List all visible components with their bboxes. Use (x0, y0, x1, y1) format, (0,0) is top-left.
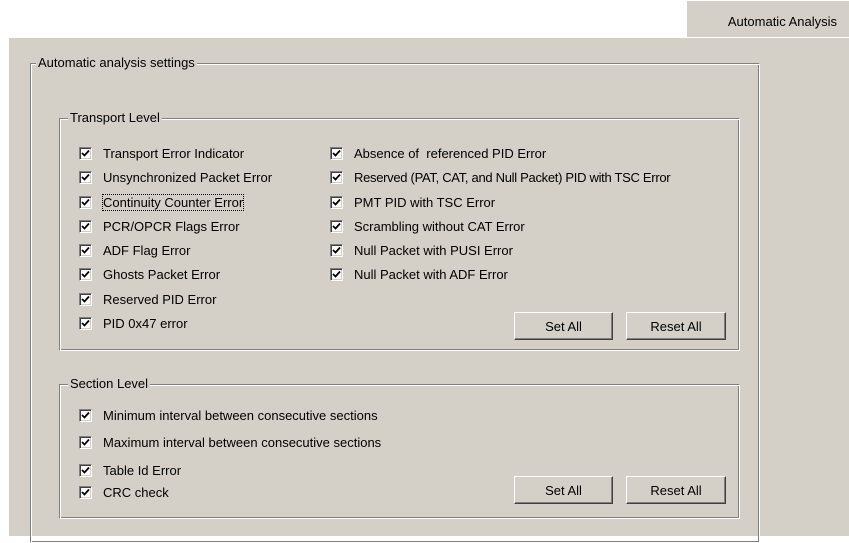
checkbox-box[interactable] (330, 170, 343, 184)
checkbox-box[interactable] (330, 195, 343, 209)
checkbox-adf-flag-error[interactable]: ADF Flag Error (79, 241, 190, 259)
transport-set-all-button[interactable]: Set All (514, 312, 613, 340)
checkbox-box[interactable] (79, 292, 92, 306)
section-level-title: Section Level (68, 376, 151, 392)
checkbox-label: PMT PID with TSC Error (354, 194, 496, 210)
checkbox-box[interactable] (330, 243, 343, 257)
checkbox-box[interactable] (79, 170, 92, 184)
checkbox-label: ADF Flag Error (103, 242, 191, 258)
transport-level-group: Transport Level Transport Error Indicato… (59, 110, 740, 351)
checkbox-maximum-interval[interactable]: Maximum interval between consecutive sec… (79, 433, 381, 451)
checkbox-label: Maximum interval between consecutive sec… (103, 434, 382, 450)
checkbox-label: CRC check (103, 484, 169, 500)
checkbox-pcr-opcr-flags-error[interactable]: PCR/OPCR Flags Error (79, 217, 240, 235)
checkbox-box[interactable] (79, 435, 92, 449)
section-level-group: Section Level Minimum interval between c… (59, 376, 740, 519)
checkbox-label: Reserved (PAT, CAT, and Null Packet) PID… (354, 169, 671, 185)
checkbox-label: Transport Error Indicator (103, 145, 245, 161)
checkbox-label: Absence of referenced PID Error (354, 145, 547, 161)
checkbox-reserved-pid-error[interactable]: Reserved PID Error (79, 290, 216, 308)
checkbox-crc-check[interactable]: CRC check (79, 483, 169, 501)
checkbox-table-id-error[interactable]: Table Id Error (79, 461, 181, 479)
checkbox-label: Reserved PID Error (103, 291, 217, 307)
checkbox-label: Unsynchronized Packet Error (103, 169, 273, 185)
tab-label: Automatic Analysis (727, 14, 837, 29)
checkbox-box[interactable] (79, 408, 92, 422)
checkbox-ghosts-packet-error[interactable]: Ghosts Packet Error (79, 265, 220, 283)
settings-group-title: Automatic analysis settings (36, 55, 197, 71)
automatic-analysis-panel: Automatic analysis settings Transport Le… (8, 37, 849, 543)
checkbox-absence-of-referenced-pid-error[interactable]: Absence of referenced PID Error (330, 144, 546, 162)
transport-reset-all-button[interactable]: Reset All (626, 312, 726, 340)
checkbox-label: PID 0x47 error (103, 315, 188, 331)
checkbox-box[interactable] (330, 219, 343, 233)
checkbox-null-packet-with-adf-error[interactable]: Null Packet with ADF Error (330, 265, 508, 283)
checkbox-label: PCR/OPCR Flags Error (103, 218, 240, 234)
checkbox-label: Minimum interval between consecutive sec… (103, 407, 378, 423)
checkbox-pid-0x47-error[interactable]: PID 0x47 error (79, 314, 188, 332)
checkbox-label: Table Id Error (103, 462, 182, 478)
checkbox-minimum-interval[interactable]: Minimum interval between consecutive sec… (79, 406, 378, 424)
checkbox-transport-error-indicator[interactable]: Transport Error Indicator (79, 144, 244, 162)
checkbox-box[interactable] (79, 219, 92, 233)
section-set-all-button[interactable]: Set All (514, 476, 613, 504)
section-reset-all-button[interactable]: Reset All (626, 476, 726, 504)
checkbox-box[interactable] (330, 146, 343, 160)
checkbox-label: Ghosts Packet Error (103, 266, 221, 282)
checkbox-box[interactable] (330, 267, 343, 281)
checkbox-box[interactable] (79, 146, 92, 160)
transport-level-title: Transport Level (68, 110, 162, 126)
checkbox-unsynchronized-packet-error[interactable]: Unsynchronized Packet Error (79, 168, 272, 186)
checkbox-pmt-pid-with-tsc-error[interactable]: PMT PID with TSC Error (330, 193, 495, 211)
checkbox-box[interactable] (79, 195, 92, 209)
checkbox-label: Null Packet with ADF Error (354, 266, 508, 282)
checkbox-scrambling-without-cat-error[interactable]: Scrambling without CAT Error (330, 217, 525, 235)
checkbox-label: Continuity Counter Error (101, 193, 245, 211)
checkbox-box[interactable] (79, 243, 92, 257)
checkbox-reserved-pid-with-tsc-error[interactable]: Reserved (PAT, CAT, and Null Packet) PID… (330, 168, 671, 186)
tab-automatic-analysis[interactable]: Automatic Analysis (686, 0, 849, 37)
checkbox-box[interactable] (79, 463, 92, 477)
checkbox-null-packet-with-pusi-error[interactable]: Null Packet with PUSI Error (330, 241, 513, 259)
checkbox-label: Null Packet with PUSI Error (354, 242, 513, 258)
checkbox-box[interactable] (79, 485, 92, 499)
checkbox-box[interactable] (79, 316, 92, 330)
checkbox-box[interactable] (79, 267, 92, 281)
checkbox-continuity-counter-error[interactable]: Continuity Counter Error (79, 193, 245, 211)
checkbox-label: Scrambling without CAT Error (354, 218, 525, 234)
